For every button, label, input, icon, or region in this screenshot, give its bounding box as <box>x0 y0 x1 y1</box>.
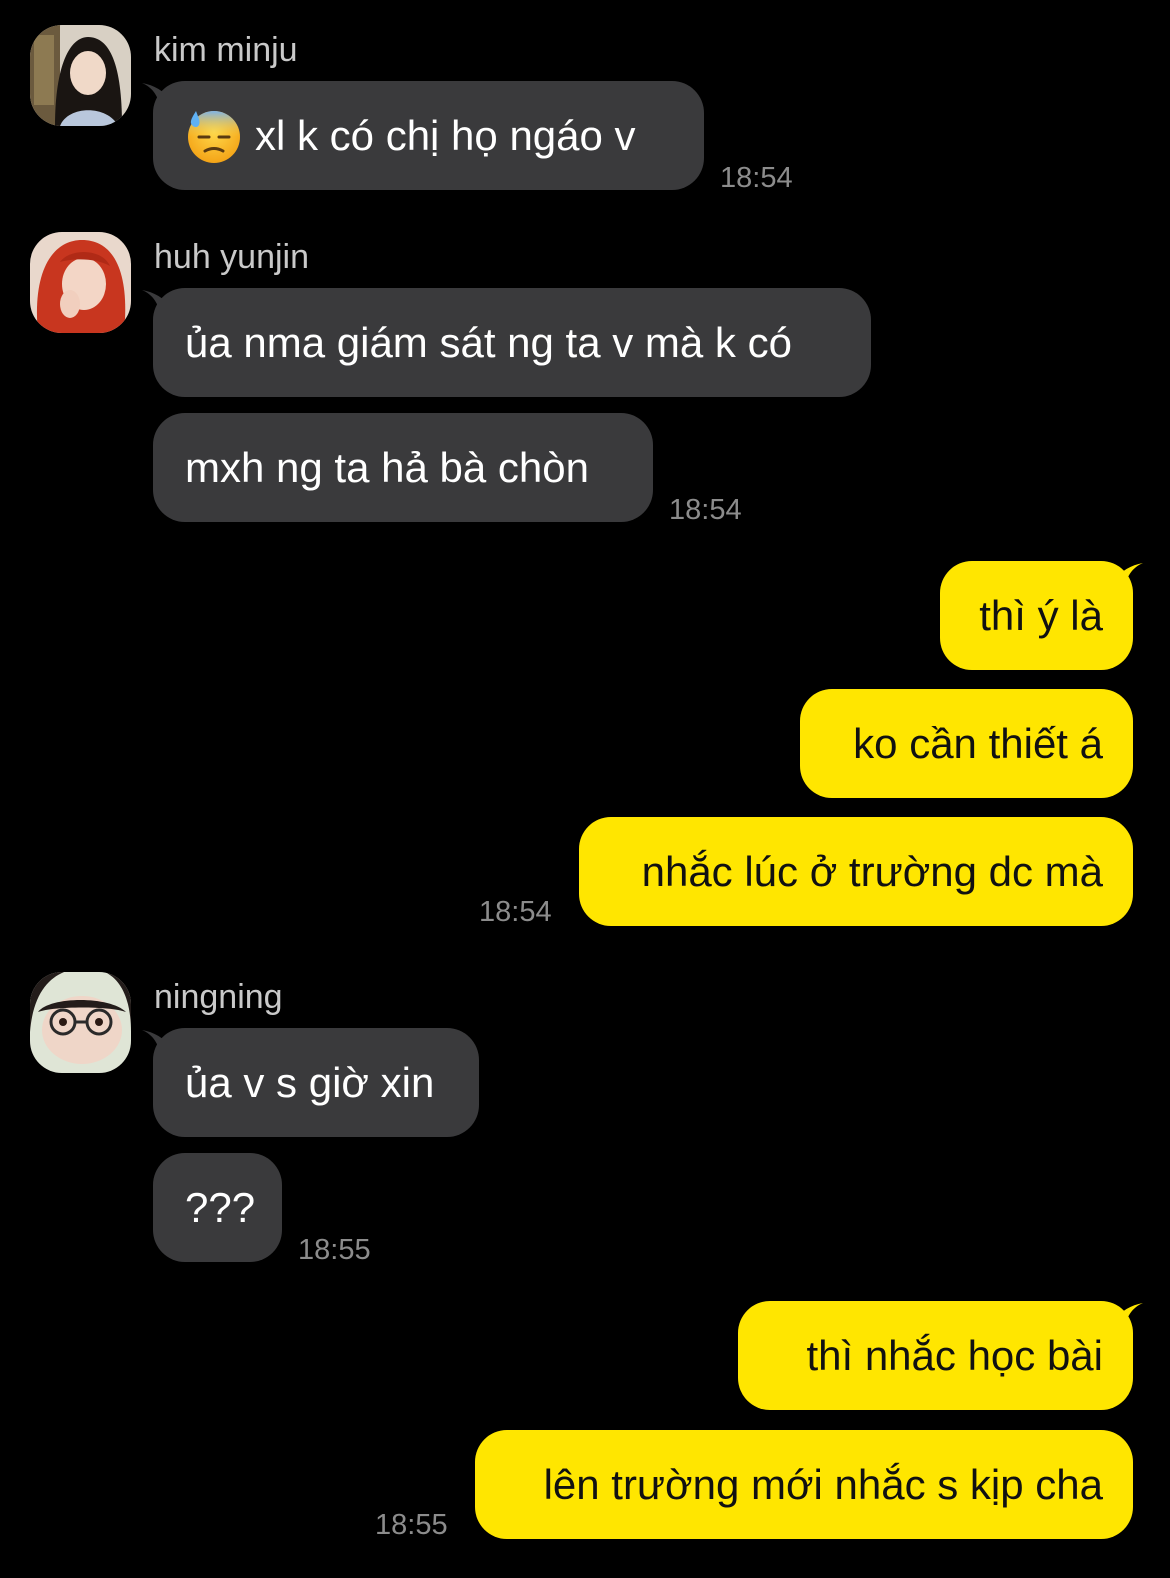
message-bubble[interactable]: thì nhắc học bài <box>738 1301 1133 1410</box>
message-text: ??? <box>185 1184 256 1231</box>
message-bubble[interactable]: mxh ng ta hả bà chòn <box>153 413 653 522</box>
message-bubble[interactable]: xl k có chị họ ngáo v <box>153 81 704 190</box>
avatar-kim-minju[interactable] <box>30 25 131 126</box>
timestamp: 18:55 <box>375 1509 448 1541</box>
message-text: mxh ng ta hả bà chòn <box>185 444 589 491</box>
message-bubble[interactable]: ??? <box>153 1153 282 1262</box>
avatar-huh-yunjin[interactable] <box>30 232 131 333</box>
message-text: nhắc lúc ở trường dc mà <box>641 848 1103 895</box>
message-bubble[interactable]: ủa v s giờ xin <box>153 1028 479 1137</box>
message-bubble[interactable]: ủa nma giám sát ng ta v mà k có <box>153 288 871 397</box>
timestamp: 18:54 <box>479 896 552 928</box>
message-text: thì nhắc học bài <box>806 1332 1103 1379</box>
message-text: ủa v s giờ xin <box>185 1059 435 1106</box>
message-text: ko cần thiết á <box>853 720 1103 767</box>
timestamp: 18:54 <box>720 162 793 194</box>
sender-name: huh yunjin <box>154 238 310 276</box>
message-bubble[interactable]: nhắc lúc ở trường dc mà <box>579 817 1133 926</box>
sender-name: kim minju <box>154 31 298 69</box>
downcast-face-with-sweat-icon <box>188 110 240 163</box>
message-text: ủa nma giám sát ng ta v mà k có <box>185 319 792 366</box>
message-text: lên trường mới nhắc s kịp cha <box>543 1461 1103 1508</box>
avatar-ningning[interactable] <box>30 972 131 1073</box>
message-bubble[interactable]: lên trường mới nhắc s kịp cha <box>475 1430 1133 1539</box>
sender-name: ningning <box>154 978 283 1016</box>
message-text: thì ý là <box>979 592 1103 639</box>
message-text: xl k có chị họ ngáo v <box>255 112 636 159</box>
message-bubble[interactable]: thì ý là <box>940 561 1133 670</box>
message-bubble[interactable]: ko cần thiết á <box>800 689 1133 798</box>
timestamp: 18:55 <box>298 1234 371 1266</box>
timestamp: 18:54 <box>669 494 742 526</box>
